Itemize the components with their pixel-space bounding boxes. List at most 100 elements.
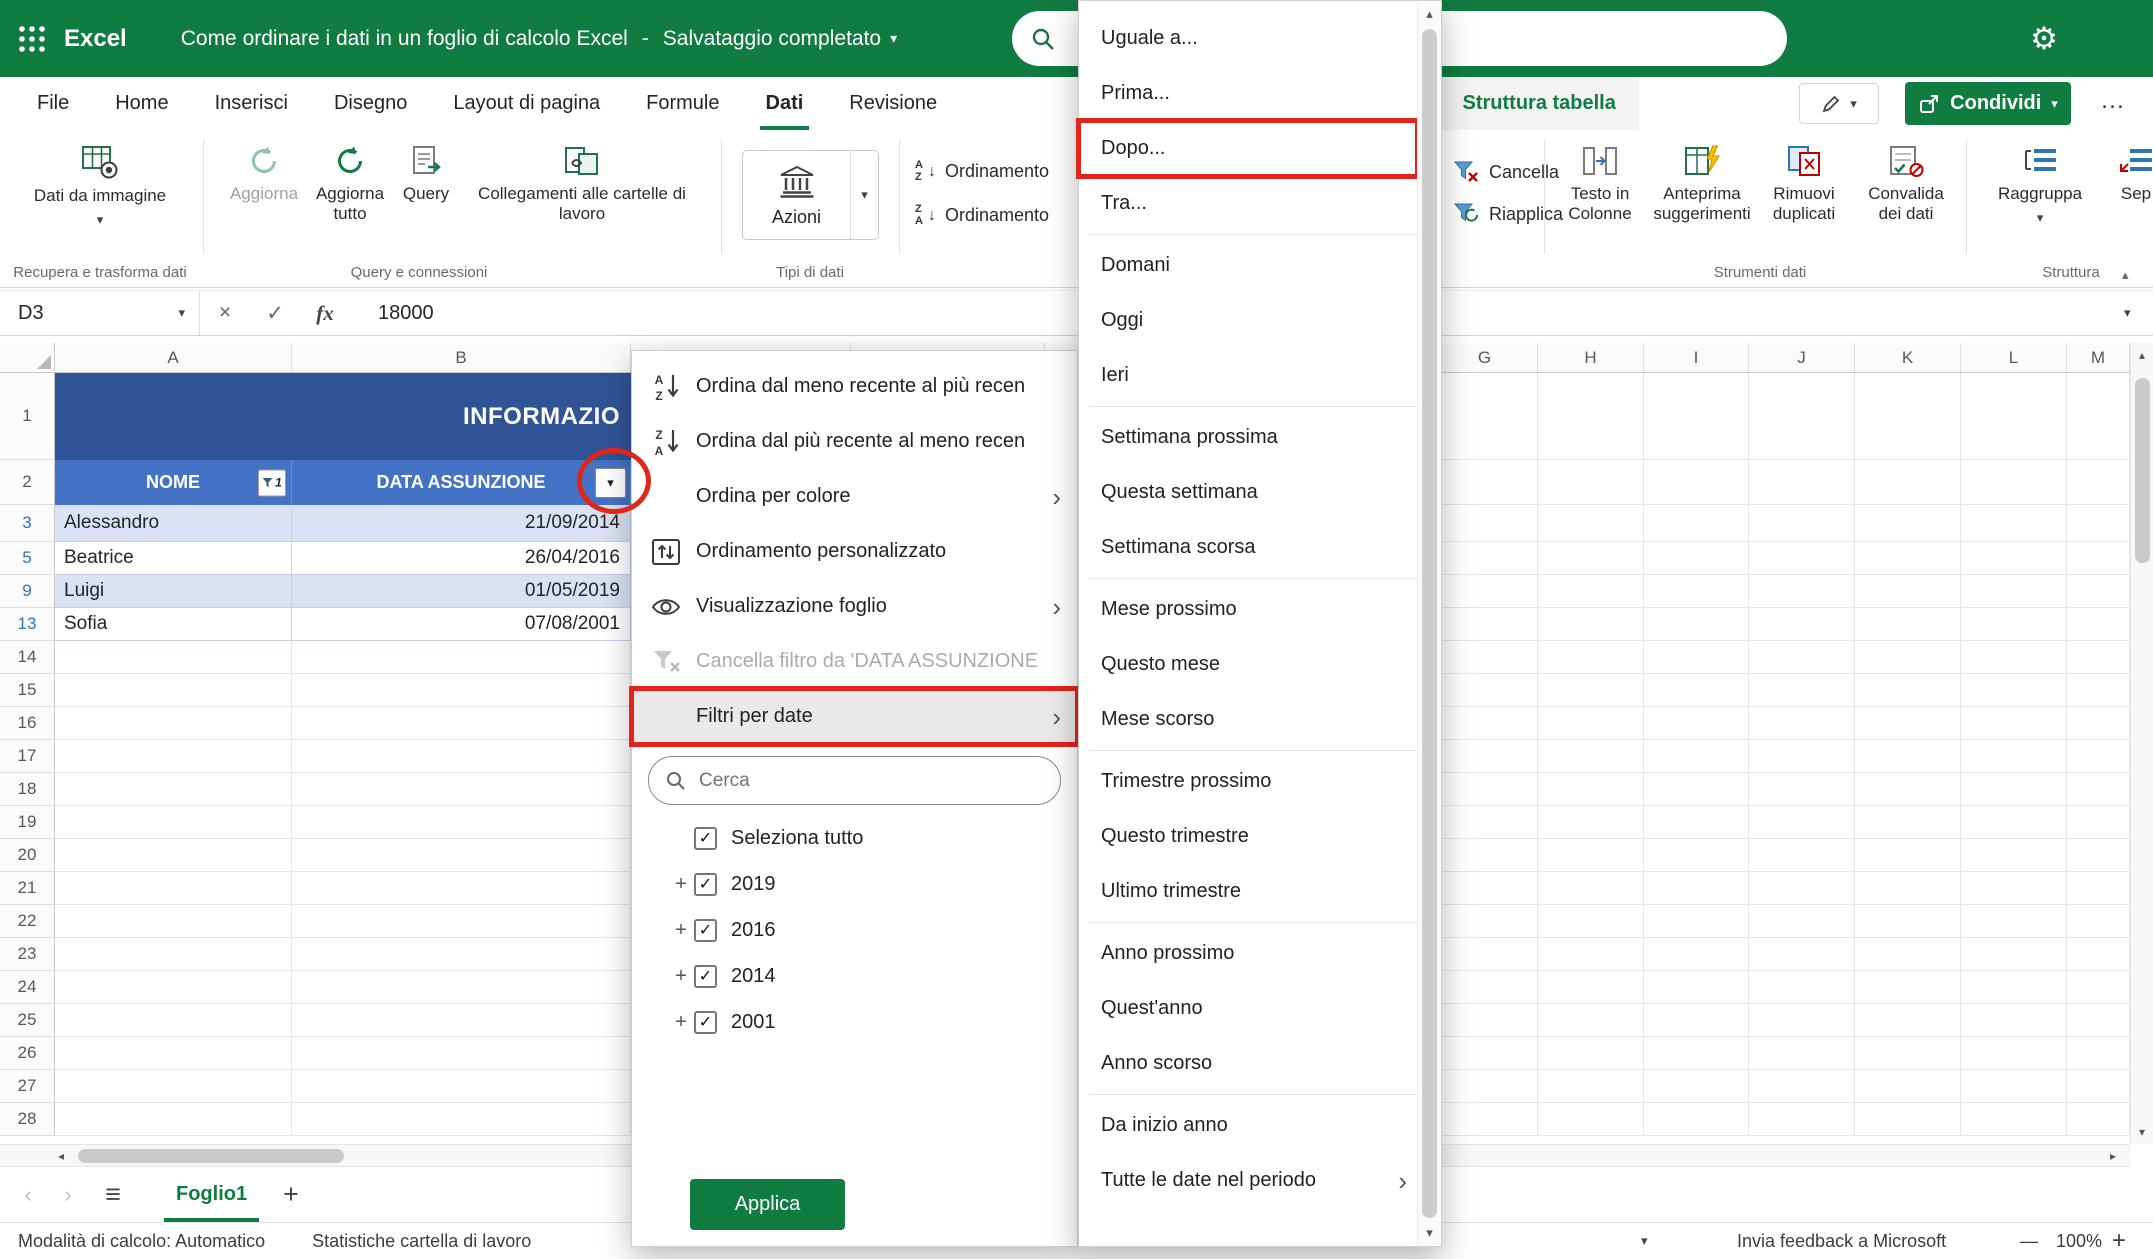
row-header-21[interactable]: 21 bbox=[0, 872, 55, 905]
sheet-list-menu-icon[interactable]: ≡ bbox=[88, 1179, 138, 1210]
data-from-picture-button[interactable]: Dati da immagine ▾ bbox=[30, 144, 170, 228]
date-filter-item-settimana-prossima[interactable]: Settimana prossima bbox=[1079, 410, 1417, 465]
row-header-17[interactable]: 17 bbox=[0, 740, 55, 773]
ungroup-rows-button[interactable]: Sep bbox=[2096, 144, 2153, 204]
column-header-G[interactable]: G bbox=[1432, 343, 1538, 373]
date-filter-item-oggi[interactable]: Oggi bbox=[1079, 293, 1417, 348]
cell-date[interactable]: 01/05/2019 bbox=[292, 575, 631, 607]
row-header-24[interactable]: 24 bbox=[0, 971, 55, 1004]
row-header-23[interactable]: 23 bbox=[0, 938, 55, 971]
document-title-text[interactable]: Come ordinare i dati in un foglio di cal… bbox=[181, 27, 628, 51]
clear-filter-button[interactable]: Cancella bbox=[1452, 158, 1559, 186]
workbook-links-button[interactable]: Collegamenti alle cartelle di lavoro bbox=[470, 144, 694, 224]
cell-name[interactable]: Beatrice bbox=[55, 542, 292, 574]
next-sheet-arrow-icon[interactable]: › bbox=[48, 1182, 88, 1208]
date-filter-item-mese-scorso[interactable]: Mese scorso bbox=[1079, 692, 1417, 747]
cell-date[interactable]: 26/04/2016 bbox=[292, 542, 631, 574]
filter-item-year-2019[interactable]: +✓2019 bbox=[632, 861, 1077, 907]
date-filter-item-questo-trimestre[interactable]: Questo trimestre bbox=[1079, 809, 1417, 864]
reapply-filter-button[interactable]: Riapplica bbox=[1452, 200, 1563, 228]
settings-gear-icon[interactable]: ⚙ bbox=[2010, 0, 2078, 77]
checkbox-checked-icon[interactable]: ✓ bbox=[694, 965, 717, 988]
zoom-level[interactable]: 100% bbox=[2056, 1223, 2102, 1259]
tab-revisione[interactable]: Revisione bbox=[826, 77, 960, 130]
filter-menu-item-ordina-per-colore[interactable]: Ordina per colore› bbox=[632, 469, 1077, 524]
collapse-ribbon-chevron-icon[interactable]: ▴ bbox=[2122, 267, 2129, 283]
scroll-down-arrow-icon[interactable]: ▾ bbox=[1418, 1225, 1441, 1241]
sort-oldest-to-newest-button[interactable]: AZ↓ Ordinamento bbox=[915, 160, 1049, 183]
tab-dati[interactable]: Dati bbox=[743, 77, 827, 130]
filter-item-year-2016[interactable]: +✓2016 bbox=[632, 907, 1077, 953]
date-filter-item-mese-prossimo[interactable]: Mese prossimo bbox=[1079, 582, 1417, 637]
calculation-mode-status[interactable]: Modalità di calcolo: Automatico bbox=[18, 1231, 265, 1252]
row-header-18[interactable]: 18 bbox=[0, 773, 55, 806]
row-header-26[interactable]: 26 bbox=[0, 1037, 55, 1070]
text-to-columns-button[interactable]: Testo in Colonne bbox=[1552, 144, 1648, 224]
cell-date[interactable]: 07/08/2001 bbox=[292, 608, 631, 640]
refresh-button[interactable]: Aggiorna bbox=[214, 144, 314, 204]
scroll-up-arrow-icon[interactable]: ▴ bbox=[1418, 6, 1441, 22]
save-status-dropdown[interactable]: Salvataggio completato ▾ bbox=[663, 27, 897, 51]
date-filter-item-tra[interactable]: Tra... bbox=[1079, 176, 1417, 231]
date-filter-item-ultimo-trimestre[interactable]: Ultimo trimestre bbox=[1079, 864, 1417, 919]
filter-search-box[interactable] bbox=[648, 756, 1061, 805]
table-header-nome[interactable]: NOME 1 bbox=[55, 460, 292, 505]
scroll-left-arrow-icon[interactable]: ◂ bbox=[58, 1145, 64, 1166]
scroll-right-arrow-icon[interactable]: ▸ bbox=[2110, 1145, 2116, 1166]
date-filter-item-anno-scorso[interactable]: Anno scorso bbox=[1079, 1036, 1417, 1091]
data-validation-button[interactable]: Convalida dei dati bbox=[1858, 144, 1954, 224]
checkbox-checked-icon[interactable]: ✓ bbox=[694, 1011, 717, 1034]
date-filter-item-quest-anno[interactable]: Quest'anno bbox=[1079, 981, 1417, 1036]
column-header-I[interactable]: I bbox=[1644, 343, 1749, 373]
cancel-entry-icon[interactable]: × bbox=[200, 301, 250, 325]
filter-menu-item-cancella-filtro-da-data-assunzione[interactable]: Cancella filtro da 'DATA ASSUNZIONE bbox=[632, 634, 1077, 689]
column-header-H[interactable]: H bbox=[1538, 343, 1644, 373]
tab-formule[interactable]: Formule bbox=[623, 77, 742, 130]
tab-struttura-tabella[interactable]: Struttura tabella bbox=[1440, 77, 1639, 130]
data-types-actions-button[interactable]: Azioni ▾ bbox=[742, 150, 879, 240]
filter-menu-item-ordina-dal-meno-recente-al-pi-recen[interactable]: AZOrdina dal meno recente al più recen bbox=[632, 359, 1077, 414]
previous-sheet-arrow-icon[interactable]: ‹ bbox=[8, 1182, 48, 1208]
filter-menu-item-visualizzazione-foglio[interactable]: Visualizzazione foglio› bbox=[632, 579, 1077, 634]
workbook-statistics-button[interactable]: Statistiche cartella di lavoro bbox=[312, 1231, 531, 1252]
scrollbar-thumb[interactable] bbox=[2135, 378, 2150, 563]
insert-function-fx-icon[interactable]: fx bbox=[300, 301, 350, 326]
row-header-20[interactable]: 20 bbox=[0, 839, 55, 872]
filter-menu-item-ordinamento-personalizzato[interactable]: Ordinamento personalizzato bbox=[632, 524, 1077, 579]
tab-home[interactable]: Home bbox=[92, 77, 191, 130]
date-filter-item-trimestre-prossimo[interactable]: Trimestre prossimo bbox=[1079, 754, 1417, 809]
remove-duplicates-button[interactable]: Rimuovi duplicati bbox=[1756, 144, 1852, 224]
formula-bar-value[interactable]: 18000 bbox=[378, 302, 434, 325]
row-header-5[interactable]: 5 bbox=[0, 542, 55, 575]
row-header-2[interactable]: 2 bbox=[0, 460, 55, 505]
cell-name[interactable]: Sofia bbox=[55, 608, 292, 640]
column-header-L[interactable]: L bbox=[1961, 343, 2067, 373]
column-header-K[interactable]: K bbox=[1855, 343, 1961, 373]
row-header-9[interactable]: 9 bbox=[0, 575, 55, 608]
row-header-25[interactable]: 25 bbox=[0, 1004, 55, 1037]
checkbox-checked-icon[interactable]: ✓ bbox=[694, 827, 717, 850]
cell-name[interactable]: Luigi bbox=[55, 575, 292, 607]
more-options-ellipsis[interactable]: … bbox=[2100, 86, 2125, 115]
scrollbar-thumb[interactable] bbox=[78, 1149, 344, 1163]
expand-plus-icon[interactable]: + bbox=[668, 1011, 694, 1034]
expand-plus-icon[interactable]: + bbox=[668, 873, 694, 896]
row-header-3[interactable]: 3 bbox=[0, 505, 55, 542]
tab-inserisci[interactable]: Inserisci bbox=[192, 77, 311, 130]
tab-disegno[interactable]: Disegno bbox=[311, 77, 430, 130]
date-filter-item-dopo[interactable]: Dopo... bbox=[1079, 121, 1417, 176]
checkbox-checked-icon[interactable]: ✓ bbox=[694, 873, 717, 896]
group-rows-button[interactable]: Raggruppa ▾ bbox=[1988, 144, 2092, 226]
scroll-down-arrow-icon[interactable]: ▾ bbox=[2131, 1125, 2153, 1139]
date-filter-item-ieri[interactable]: Ieri bbox=[1079, 348, 1417, 403]
submenu-scrollbar[interactable]: ▴ ▾ bbox=[1417, 1, 1441, 1246]
filter-item-year-2001[interactable]: +✓2001 bbox=[632, 999, 1077, 1045]
row-header-22[interactable]: 22 bbox=[0, 905, 55, 938]
chevron-down-icon[interactable]: ▾ bbox=[850, 151, 878, 239]
row-header-27[interactable]: 27 bbox=[0, 1070, 55, 1103]
sort-newest-to-oldest-button[interactable]: ZA↓ Ordinamento bbox=[915, 204, 1049, 227]
tab-file[interactable]: File bbox=[14, 77, 92, 130]
row-header-15[interactable]: 15 bbox=[0, 674, 55, 707]
status-dropdown-chevron-icon[interactable]: ▾ bbox=[1641, 1223, 1648, 1259]
row-header-1[interactable]: 1 bbox=[0, 373, 55, 460]
